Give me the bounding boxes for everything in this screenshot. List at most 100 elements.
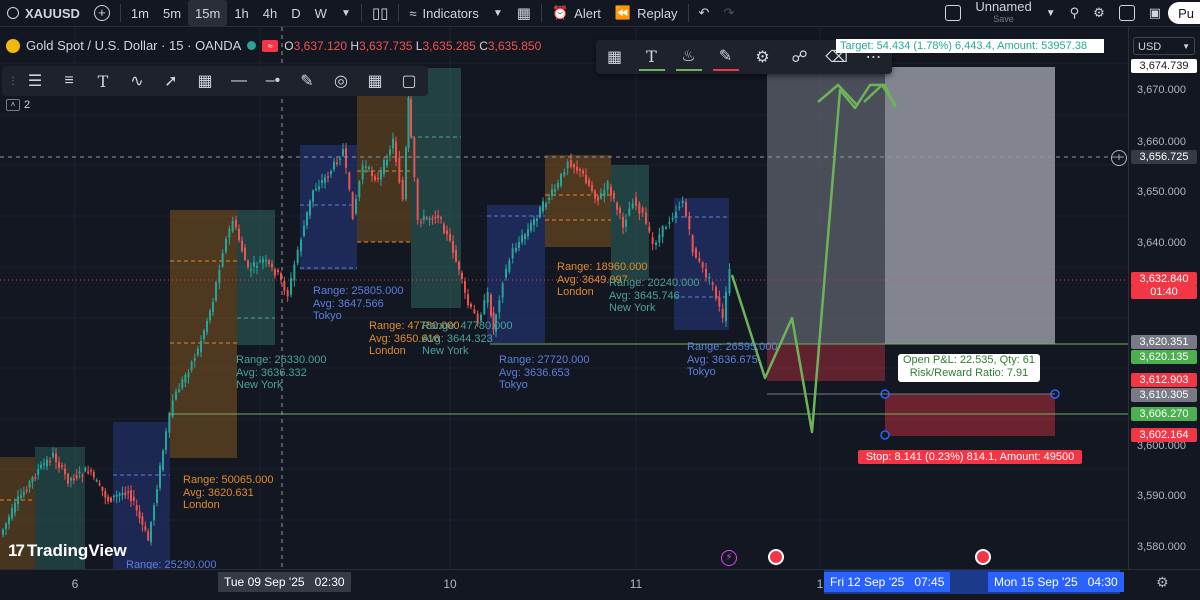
price-tick: 3,640.000	[1137, 237, 1186, 249]
candle-body	[498, 300, 501, 313]
candle-body	[658, 234, 661, 243]
object-line-color-button[interactable]: ✎	[712, 43, 739, 71]
tool-frame[interactable]: ▦	[188, 66, 222, 96]
object-fill-button[interactable]: ♨	[675, 43, 702, 71]
tool-horizontal-lines[interactable]: ≡	[52, 66, 86, 96]
quick-search-button[interactable]: ⚲	[1063, 0, 1087, 26]
candle-body	[591, 184, 593, 192]
candle-body	[638, 203, 641, 214]
candle-body	[594, 190, 596, 199]
price-axis[interactable]: USD ▼ 3,670.000 3,660.000 3,650.000 3,64…	[1128, 27, 1200, 569]
session-range: Range: 26595.000	[687, 341, 778, 353]
lightning-event-icon[interactable]: ⚡	[721, 550, 737, 566]
object-template-button[interactable]: ▦	[602, 44, 628, 70]
layout-dropdown[interactable]: ▼	[1039, 0, 1063, 26]
object-settings-button[interactable]: ⚙	[750, 44, 776, 70]
divider	[687, 4, 689, 22]
replay-label: Replay	[637, 5, 678, 21]
candle-body	[576, 166, 578, 171]
brush-icon: ✎	[300, 73, 314, 90]
interval-w[interactable]: W	[308, 0, 334, 26]
session-range: Range: 20240.000	[609, 277, 700, 289]
alert-label: Alert	[574, 5, 601, 21]
session-avg: Avg: 3636.332	[236, 366, 307, 379]
tool-horizontal-line[interactable]: —	[222, 66, 256, 96]
interval-4h[interactable]: 4h	[256, 0, 284, 26]
candle-body	[225, 238, 227, 252]
interval-dropdown[interactable]: ▼	[334, 0, 358, 26]
symbol-search[interactable]: XAUUSD	[0, 0, 87, 26]
redo-button[interactable]: ↷	[716, 0, 741, 26]
tool-trendline[interactable]: ➚	[154, 66, 188, 96]
pnl-box[interactable]: Open P&L: 22.535, Qty: 61 Risk/Reward Ra…	[898, 354, 1040, 382]
candle-body	[386, 159, 388, 166]
add-crosshair-button[interactable]: +	[1111, 150, 1127, 166]
entry2-price-badge: 3,610.305	[1131, 388, 1197, 402]
candle-body	[303, 225, 305, 237]
currency-selector[interactable]: USD ▼	[1133, 37, 1195, 55]
layout-name-button[interactable]: Unnamed Save	[968, 0, 1038, 26]
gear-icon: ⚙	[755, 49, 770, 66]
legend-close: 3,635.850	[487, 38, 542, 53]
sliders-icon: ☰	[27, 73, 43, 90]
tool-text[interactable]: T	[86, 66, 120, 96]
candle-body	[175, 391, 177, 400]
drag-handle[interactable]: ⋮	[8, 66, 18, 96]
axis-settings-button[interactable]: ⚙	[1156, 574, 1169, 591]
tool-rectangle[interactable]: ▢	[392, 66, 426, 96]
settings-button[interactable]: ⚙	[1086, 0, 1112, 26]
object-lock-button[interactable]: ☍	[787, 44, 813, 70]
publish-button[interactable]: Pu	[1168, 2, 1200, 24]
layout-toggle[interactable]	[938, 0, 968, 26]
stop-label: Stop: 8.141 (0.23%) 814.1, Amount: 49500	[858, 450, 1082, 464]
candle-body	[698, 258, 701, 262]
legend-status-dot	[247, 41, 257, 50]
fullscreen-button[interactable]	[1112, 0, 1142, 26]
indicator-count-toggle[interactable]: ˄ 2	[6, 99, 30, 111]
us-flag-event-icon[interactable]	[768, 549, 784, 565]
redo-icon: ↷	[723, 5, 735, 20]
indicators-button[interactable]: ≈ Indicators ▼	[402, 0, 509, 26]
compare-symbol-button[interactable]: +	[87, 0, 117, 26]
legend-title[interactable]: Gold Spot / U.S. Dollar · 15 · OANDA	[26, 38, 241, 53]
session-name: London	[183, 499, 220, 511]
undo-button[interactable]: ↶	[692, 0, 717, 26]
candle-body	[271, 263, 273, 268]
chart-type-button[interactable]: ▯▯	[365, 0, 396, 26]
snapshot-button[interactable]: ▣	[1142, 0, 1168, 26]
tradingview-logo[interactable]: 17 TradingView	[8, 541, 127, 561]
interval-1h[interactable]: 1h	[227, 0, 255, 26]
tool-path[interactable]: ∿	[120, 66, 154, 96]
interval-1m[interactable]: 1m	[124, 0, 156, 26]
candle-body	[380, 169, 382, 180]
candle-body	[524, 234, 526, 240]
templates-button[interactable]: ▦	[510, 0, 538, 26]
tool-circle[interactable]: ◎	[324, 66, 358, 96]
object-text-button[interactable]: T	[638, 43, 665, 71]
square-icon	[945, 5, 962, 21]
candle-body	[22, 491, 25, 496]
tool-horizontal-ray[interactable]: –•	[256, 66, 290, 96]
candle-body	[262, 258, 264, 263]
candle-body	[635, 197, 637, 206]
candle-body	[449, 233, 451, 241]
tool-settings[interactable]: ☰	[18, 66, 52, 96]
candle-body	[17, 496, 19, 505]
candle-body	[165, 431, 167, 450]
interval-15m[interactable]: 15m	[188, 0, 228, 26]
interval-d[interactable]: D	[284, 0, 307, 26]
candle-body	[645, 212, 647, 224]
legend-open: 3,637.120	[293, 38, 348, 53]
us-flag-event-icon[interactable]	[975, 549, 991, 565]
time-tick: 10	[443, 577, 457, 591]
time-axis[interactable]: 6 10 11 1 Tue 09 Sep '25 02:30 Fri 12 Se…	[0, 569, 1200, 600]
replay-button[interactable]: ⏪ Replay	[608, 0, 685, 26]
alert-button[interactable]: ⏰ Alert	[545, 0, 608, 26]
candle-body	[398, 157, 401, 183]
interval-5m[interactable]: 5m	[156, 0, 188, 26]
tool-grid[interactable]: ▦	[358, 66, 392, 96]
candle-body	[61, 465, 63, 467]
tool-brush[interactable]: ✎	[290, 66, 324, 96]
candle-body	[539, 207, 541, 218]
session-range: Range: 25805.000	[313, 285, 404, 297]
